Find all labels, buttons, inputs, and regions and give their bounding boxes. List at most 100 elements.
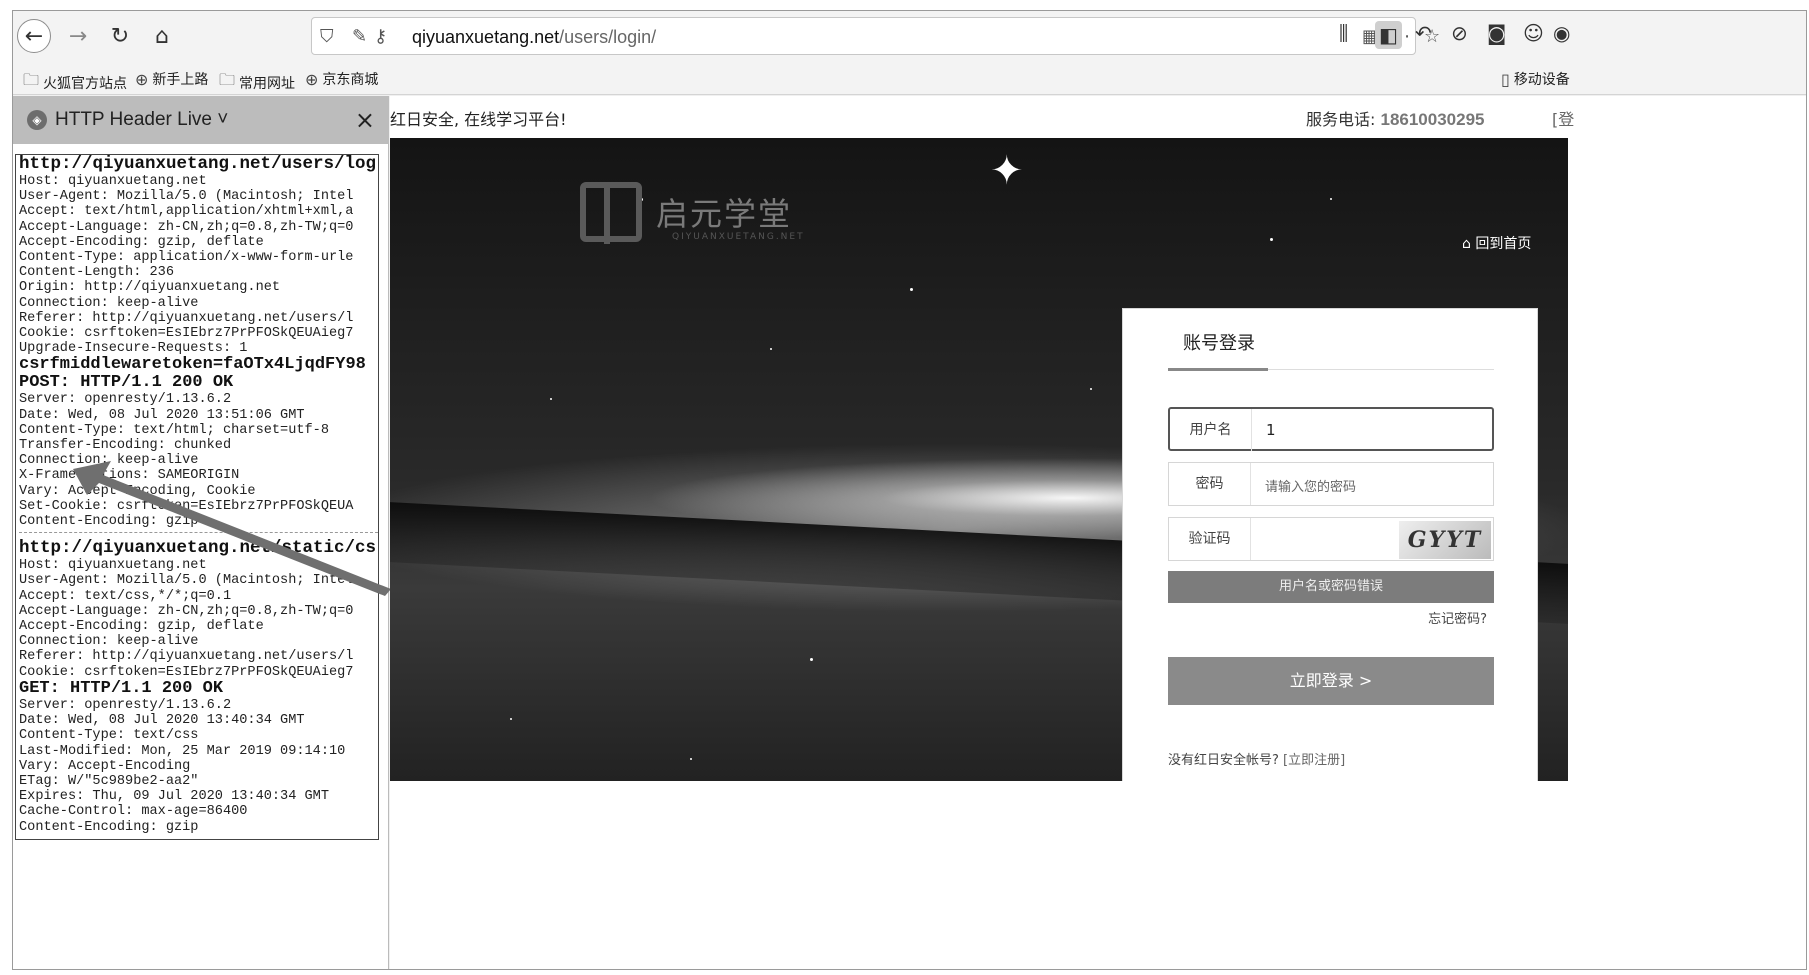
shield-icon[interactable]: ⛉ bbox=[320, 26, 334, 47]
site-topbar: 红日安全, 在线学习平台! 服务电话: 18610030295 [登 bbox=[390, 96, 1806, 138]
brand-name: 启元学堂 bbox=[656, 195, 793, 233]
header-line: Referer: http://qiyuanxuetang.net/users/… bbox=[19, 649, 354, 665]
close-icon[interactable]: × bbox=[355, 106, 375, 134]
username-input[interactable]: 1 bbox=[1266, 421, 1476, 439]
header-line: Content-Type: application/x-www-form-url… bbox=[19, 250, 354, 266]
header-line: Last-Modified: Mon, 25 Mar 2019 09:14:10 bbox=[19, 743, 346, 759]
bookmark-link-2[interactable]: ⊕ 京东商城 bbox=[305, 69, 378, 89]
bookmark-link-1[interactable]: ⊕ 新手上路 bbox=[135, 69, 208, 89]
home-link[interactable]: ⌂ 回到首页 bbox=[1462, 233, 1531, 253]
url-host: qiyuanxuetang.net bbox=[412, 27, 560, 47]
login-button[interactable]: 立即登录 > bbox=[1168, 657, 1494, 705]
star bbox=[810, 658, 813, 661]
site-slogan: 红日安全, 在线学习平台! bbox=[390, 110, 567, 129]
sidebar-header: ◈ HTTP Header Live ˅ × bbox=[13, 96, 389, 144]
bookmark-label: 常用网址 bbox=[239, 75, 296, 92]
captcha-image[interactable]: GYYT bbox=[1399, 521, 1491, 559]
tab-active-indicator bbox=[1168, 368, 1268, 371]
request-body: csrfmiddlewaretoken=faOTx4LjqdFY98 bbox=[19, 355, 366, 375]
header-line: Content-Type: text/css bbox=[19, 728, 199, 744]
star bbox=[690, 758, 692, 760]
sidebar-toggle-icon[interactable]: ◧ bbox=[1375, 21, 1402, 49]
header-line: Server: openresty/1.13.6.2 bbox=[19, 392, 232, 408]
extension-icon[interactable]: ☺ bbox=[1523, 21, 1544, 45]
reload-button[interactable]: ↻ bbox=[103, 19, 137, 53]
star bbox=[550, 398, 552, 400]
site-logo[interactable]: 启元学堂 QIYUANXUETANG.NET bbox=[580, 182, 803, 244]
captcha-field[interactable]: 验证码 GYYT bbox=[1168, 517, 1494, 561]
addon-logo-icon: ◈ bbox=[27, 110, 47, 130]
register-prompt: 没有红日安全帐号? bbox=[1168, 753, 1284, 768]
block-icon[interactable]: ⊘ bbox=[1451, 21, 1468, 45]
url-text[interactable]: qiyuanxuetang.net/users/login/ bbox=[412, 27, 656, 48]
header-log[interactable]: http://qiyuanxuetang.net/users/log Host:… bbox=[15, 154, 379, 840]
captcha-label: 验证码 bbox=[1169, 518, 1251, 560]
home-button[interactable]: ⌂ bbox=[145, 19, 179, 53]
star bbox=[910, 288, 913, 291]
header-line: Cookie: csrftoken=EsIEbrz7PrPFOSkQEUAieg… bbox=[19, 326, 354, 342]
password-field[interactable]: 密码 请输入您的密码 bbox=[1168, 462, 1494, 506]
menu-extension-icon[interactable]: ◉ bbox=[1553, 21, 1570, 45]
bookmarks-bar: 🗀 火狐官方站点 ⊕ 新手上路 🗀 常用网址 ⊕ 京东商城 ▯ 移动设备 bbox=[13, 61, 1806, 95]
header-line: Upgrade-Insecure-Requests: 1 bbox=[19, 341, 248, 357]
header-line: Date: Wed, 08 Jul 2020 13:51:06 GMT bbox=[19, 407, 305, 423]
url-path: /users/login/ bbox=[559, 27, 657, 47]
library-icon[interactable]: ⫼ bbox=[1339, 21, 1348, 45]
forward-button[interactable]: → bbox=[61, 19, 95, 53]
request-url[interactable]: http://qiyuanxuetang.net/users/log bbox=[19, 155, 378, 174]
header-line: Accept: text/css,*/*;q=0.1 bbox=[19, 588, 232, 604]
username-label: 用户名 bbox=[1170, 409, 1252, 451]
mobile-icon: ▯ bbox=[1501, 69, 1510, 89]
back-button[interactable]: ← bbox=[17, 19, 51, 53]
header-line: Accept-Language: zh-CN,zh;q=0.8,zh-TW;q=… bbox=[19, 219, 354, 235]
bookmark-folder-2[interactable]: 🗀 常用网址 bbox=[219, 69, 295, 96]
address-bar[interactable]: ⛉ ✎ ⚷ qiyuanxuetang.net/users/login/ ▦ ⋯… bbox=[311, 17, 1440, 55]
header-line: X-Frame-Options: SAMEORIGIN bbox=[19, 468, 240, 484]
header-line: User-Agent: Mozilla/5.0 (Macintosh; Inte… bbox=[19, 573, 354, 589]
key-icon[interactable]: ⚷ bbox=[374, 26, 387, 47]
bookmark-folder-1[interactable]: 🗀 火狐官方站点 bbox=[23, 69, 127, 96]
star bbox=[770, 348, 772, 350]
private-icon[interactable]: ◙ bbox=[1487, 21, 1506, 45]
browser-toolbar: ← → ↻ ⌂ ⛉ ✎ ⚷ qiyuanxuetang.net/users/lo… bbox=[13, 11, 1806, 61]
header-line: Accept: text/html,application/xhtml+xml,… bbox=[19, 204, 354, 220]
galaxy-banner: ✦ 启元学堂 QIYUANXUETANG.NET ⌂ 回到首页 账号登录 用户名… bbox=[390, 138, 1568, 781]
header-line: Host: qiyuanxuetang.net bbox=[19, 558, 207, 574]
header-line: Expires: Thu, 09 Jul 2020 13:40:34 GMT bbox=[19, 789, 329, 805]
header-line: Transfer-Encoding: chunked bbox=[19, 438, 232, 454]
forgot-password-link[interactable]: 忘记密码? bbox=[1428, 608, 1487, 627]
request-headers: Host: qiyuanxuetang.net User-Agent: Mozil… bbox=[19, 558, 378, 680]
header-line: Cache-Control: max-age=86400 bbox=[19, 804, 248, 820]
request-url[interactable]: http://qiyuanxuetang.net/static/cs bbox=[19, 539, 378, 558]
request-headers: Host: qiyuanxuetang.net User-Agent: Mozil… bbox=[19, 174, 378, 356]
register-link[interactable]: [立即注册] bbox=[1283, 753, 1345, 768]
undo-icon[interactable]: ↶ bbox=[1415, 21, 1432, 45]
header-line: Server: openresty/1.13.6.2 bbox=[19, 697, 232, 713]
username-field[interactable]: 用户名 1 bbox=[1168, 407, 1494, 451]
globe-icon: ⊕ bbox=[305, 69, 319, 89]
header-line: Vary: Accept-Encoding bbox=[19, 758, 191, 774]
header-line: ETag: W/"5c989be2-aa2" bbox=[19, 773, 199, 789]
login-link[interactable]: [登 bbox=[1552, 106, 1574, 130]
header-line: Host: qiyuanxuetang.net bbox=[19, 174, 207, 189]
mobile-bookmarks[interactable]: ▯ 移动设备 bbox=[1501, 69, 1570, 89]
header-line: Accept-Language: zh-CN,zh;q=0.8,zh-TW;q=… bbox=[19, 603, 354, 619]
bookmark-label: 京东商城 bbox=[322, 72, 379, 88]
header-line: Accept-Encoding: gzip, deflate bbox=[19, 619, 264, 635]
sidebar-title[interactable]: HTTP Header Live ˅ bbox=[55, 109, 228, 131]
header-line: Origin: http://qiyuanxuetang.net bbox=[19, 280, 281, 296]
phone-label: 服务电话: bbox=[1306, 110, 1381, 129]
password-input[interactable]: 请输入您的密码 bbox=[1265, 476, 1475, 495]
tab-account-login[interactable]: 账号登录 bbox=[1183, 329, 1255, 355]
header-line: Vary: Accept-Encoding, Cookie bbox=[19, 483, 256, 499]
error-message: 用户名或密码错误 bbox=[1168, 571, 1494, 603]
logo-mark-icon bbox=[580, 182, 642, 244]
response-headers: Server: openresty/1.13.6.2 Date: Wed, 08 … bbox=[19, 392, 378, 529]
header-line: Connection: keep-alive bbox=[19, 295, 199, 311]
brand-subtitle: QIYUANXUETANG.NET bbox=[672, 232, 805, 242]
permissions-icon[interactable]: ✎ bbox=[352, 26, 367, 47]
response-headers: Server: openresty/1.13.6.2 Date: Wed, 08 … bbox=[19, 698, 378, 835]
header-line: Cookie: csrftoken=EsIEbrz7PrPFOSkQEUAieg… bbox=[19, 664, 354, 680]
phone-number: 18610030295 bbox=[1380, 110, 1485, 129]
browser-window: ← → ↻ ⌂ ⛉ ✎ ⚷ qiyuanxuetang.net/users/lo… bbox=[12, 10, 1807, 970]
